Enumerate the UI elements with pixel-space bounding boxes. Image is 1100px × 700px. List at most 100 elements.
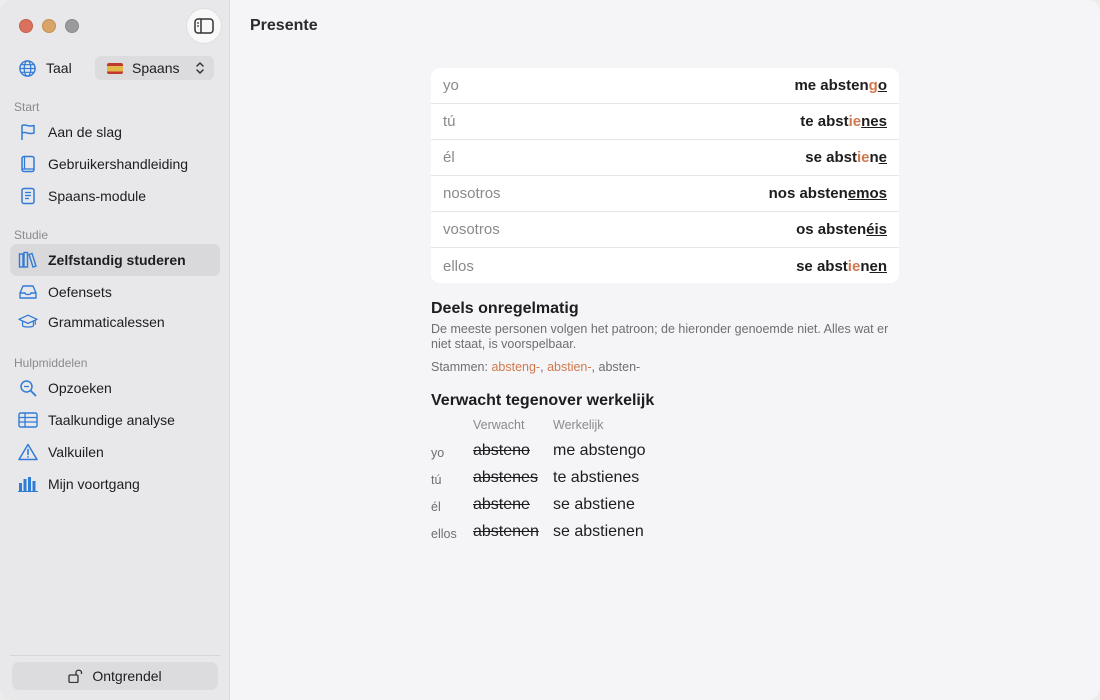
stems-label: Stammen: bbox=[431, 360, 488, 374]
form-segment: ie bbox=[848, 113, 862, 130]
stem-2: abstien- bbox=[547, 360, 592, 374]
language-value: Spaans bbox=[132, 60, 180, 76]
irregular-title: Deels onregelmatig bbox=[431, 300, 579, 317]
bar-chart-icon bbox=[18, 474, 38, 494]
conjugation-row: tú te abstienes bbox=[431, 104, 899, 140]
sidebar-item-label: Spaans-module bbox=[48, 188, 147, 204]
conjugation-pronoun: nosotros bbox=[443, 185, 501, 202]
comparison-row: tú abstenes te abstienes bbox=[431, 469, 731, 491]
form-segment: me absten bbox=[794, 77, 869, 94]
unlock-button[interactable]: Ontgrendel bbox=[12, 662, 218, 690]
sidebar-item-label: Zelfstandig studeren bbox=[48, 252, 186, 268]
main-content: Presente yo me abstengo tú te abstienes él se… bbox=[230, 0, 1100, 700]
conjugated-form: se abstiene bbox=[805, 149, 887, 166]
expected-form: abstene bbox=[473, 496, 530, 513]
minimize-window-button[interactable] bbox=[42, 19, 56, 33]
module-icon bbox=[18, 186, 38, 206]
unlock-label: Ontgrendel bbox=[92, 668, 162, 684]
comparison-title: Verwacht tegenover werkelijk bbox=[431, 392, 655, 409]
table-icon bbox=[18, 410, 38, 430]
page-title: Presente bbox=[250, 17, 318, 34]
actual-form: me abstengo bbox=[553, 442, 646, 459]
chevron-up-down-icon bbox=[196, 62, 204, 74]
expected-form: abstenes bbox=[473, 469, 538, 486]
sidebar: Taal Spaans Start Aan de slag Gebruikers… bbox=[0, 0, 230, 700]
sidebar-item-oefensets[interactable]: Oefensets bbox=[10, 276, 220, 308]
lock-open-icon bbox=[68, 669, 83, 683]
form-segment: éis bbox=[866, 221, 887, 238]
conjugated-form: os abstenéis bbox=[796, 221, 887, 238]
conjugation-row: yo me abstengo bbox=[431, 68, 899, 104]
form-segment: se abst bbox=[796, 257, 848, 275]
app-window: Taal Spaans Start Aan de slag Gebruikers… bbox=[0, 0, 1100, 700]
conjugation-pronoun: tú bbox=[443, 113, 456, 130]
zoom-window-button[interactable] bbox=[65, 19, 79, 33]
section-hulpmiddelen: Hulpmiddelen bbox=[14, 356, 88, 370]
expected-form: abstenen bbox=[473, 523, 539, 540]
sidebar-item-valkuilen[interactable]: Valkuilen bbox=[10, 436, 220, 468]
sidebar-item-label: Valkuilen bbox=[48, 444, 104, 460]
conjugated-form: nos abstenemos bbox=[769, 185, 887, 202]
sidebar-item-label: Mijn voortgang bbox=[48, 476, 140, 492]
stem-1: absteng- bbox=[491, 360, 541, 374]
conjugation-table: yo me abstengo tú te abstienes él se abstiene… bbox=[431, 68, 899, 283]
form-segment: o bbox=[877, 77, 887, 94]
section-start: Start bbox=[14, 100, 40, 114]
language-row: Taal Spaans bbox=[18, 56, 218, 80]
col-actual-header: Werkelijk bbox=[553, 418, 604, 432]
conjugation-row: ellos se abstienen bbox=[431, 248, 899, 283]
comparison-pronoun: yo bbox=[431, 446, 445, 460]
sidebar-item-taalkundige-analyse[interactable]: Taalkundige analyse bbox=[10, 404, 220, 436]
language-select[interactable]: Spaans bbox=[95, 56, 214, 80]
form-segment: ie bbox=[856, 149, 870, 166]
sidebar-item-label: Gebruikershandleiding bbox=[48, 156, 189, 172]
conjugated-form: me abstengo bbox=[794, 77, 887, 94]
conjugation-pronoun: yo bbox=[443, 77, 459, 94]
actual-form: te abstienes bbox=[553, 469, 640, 486]
tray-icon bbox=[18, 282, 38, 302]
magnifier-icon bbox=[18, 378, 38, 398]
flag-icon bbox=[18, 122, 38, 142]
warning-icon bbox=[18, 442, 38, 462]
sidebar-item-aan-de-slag[interactable]: Aan de slag bbox=[10, 116, 220, 148]
stems-line: Stammen: absteng-, abstien-, absten- bbox=[431, 360, 641, 374]
comparison-pronoun: ellos bbox=[431, 527, 457, 541]
expected-form: absteno bbox=[473, 442, 530, 459]
stem-3: absten- bbox=[598, 360, 641, 374]
form-segment: os absten bbox=[796, 221, 867, 238]
form-segment: en bbox=[869, 257, 887, 275]
sidebar-item-label: Aan de slag bbox=[48, 124, 122, 140]
conjugation-row: nosotros nos abstenemos bbox=[431, 176, 899, 212]
irregular-description: De meeste personen volgen het patroon; d… bbox=[431, 322, 889, 351]
close-window-button[interactable] bbox=[19, 19, 33, 33]
sidebar-item-spaans-module[interactable]: Spaans-module bbox=[10, 180, 220, 212]
sidebar-item-gebruikershandleiding[interactable]: Gebruikershandleiding bbox=[10, 148, 220, 180]
actual-form: se abstiene bbox=[553, 496, 635, 513]
form-segment: emos bbox=[847, 185, 887, 202]
conjugated-form: te abstienes bbox=[800, 113, 887, 130]
sidebar-item-grammaticalessen[interactable]: Grammaticalessen bbox=[10, 306, 220, 338]
sidebar-item-zelfstandig-studeren[interactable]: Zelfstandig studeren bbox=[10, 244, 220, 276]
book-icon bbox=[18, 154, 38, 174]
comparison-row: yo absteno me abstengo bbox=[431, 442, 731, 464]
sidebar-item-label: Opzoeken bbox=[48, 380, 112, 396]
form-segment: nos absten bbox=[768, 185, 848, 202]
sidebar-item-opzoeken[interactable]: Opzoeken bbox=[10, 372, 220, 404]
conjugation-pronoun: vosotros bbox=[443, 221, 500, 238]
sidebar-item-label: Grammaticalessen bbox=[48, 314, 165, 330]
sidebar-item-label: Taalkundige analyse bbox=[48, 412, 175, 428]
toggle-sidebar-button[interactable] bbox=[186, 8, 222, 44]
section-studie: Studie bbox=[14, 228, 49, 242]
spain-flag-icon bbox=[107, 62, 123, 74]
conjugation-pronoun: él bbox=[443, 149, 455, 166]
comparison-row: él abstene se abstiene bbox=[431, 496, 731, 518]
sidebar-item-label: Oefensets bbox=[48, 284, 112, 300]
form-segment: e bbox=[878, 149, 887, 166]
language-label: Taal bbox=[46, 60, 72, 76]
form-segment: te abst bbox=[800, 113, 849, 130]
form-segment: g bbox=[868, 77, 878, 94]
col-expected-header: Verwacht bbox=[473, 418, 525, 432]
sidebar-item-mijn-voortgang[interactable]: Mijn voortgang bbox=[10, 468, 220, 500]
comparison-pronoun: tú bbox=[431, 473, 442, 487]
form-segment: n bbox=[869, 149, 879, 166]
